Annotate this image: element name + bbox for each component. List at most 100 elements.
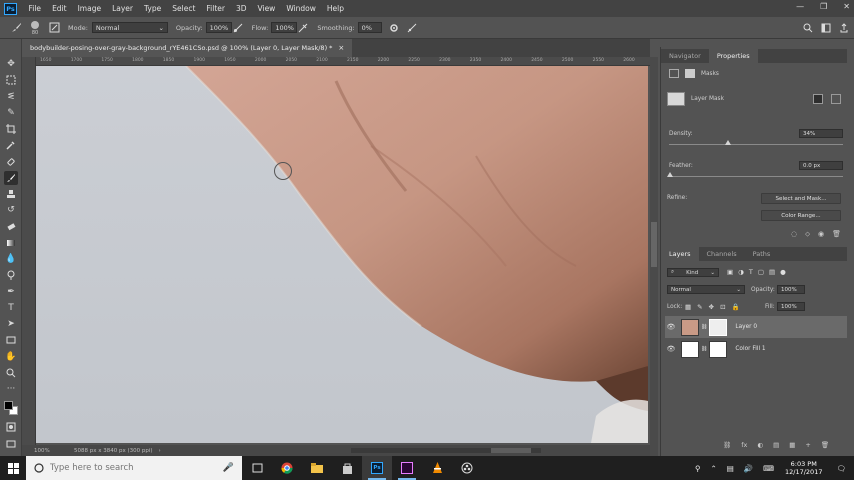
link-icon[interactable]: ⛓ [701, 346, 707, 352]
quick-select-tool-icon[interactable]: ✎ [4, 106, 18, 120]
mode-select[interactable]: Normal ⌄ [91, 22, 168, 33]
density-field[interactable]: 34% [799, 129, 843, 138]
store-icon[interactable] [332, 456, 362, 480]
menu-select[interactable]: Select [167, 4, 201, 13]
microphone-icon[interactable]: 🎤 [223, 463, 234, 473]
pressure-size-icon[interactable] [406, 22, 418, 34]
taskbar-search[interactable]: 🎤 [26, 456, 242, 480]
layer-row-color-fill-1[interactable]: 👁 ⛓ Color Fill 1 [665, 338, 847, 360]
vector-mask-icon[interactable] [685, 69, 695, 78]
file-explorer-icon[interactable] [302, 456, 332, 480]
eye-icon[interactable]: 👁 [665, 323, 677, 331]
apply-mask-icon[interactable]: ⬦ [805, 230, 810, 239]
opacity-field[interactable]: 100% [205, 22, 232, 33]
marquee-tool-icon[interactable] [4, 73, 18, 87]
layer-filter-select[interactable]: ⌕ Kind ⌄ [667, 268, 719, 277]
smoothing-field[interactable]: 0% [357, 22, 382, 33]
restore-button[interactable]: ❐ [820, 2, 827, 11]
tab-layers[interactable]: Layers [661, 247, 699, 261]
notifications-icon[interactable]: 🗨 [828, 464, 854, 473]
menu-image[interactable]: Image [72, 4, 107, 13]
link-icon[interactable]: ⛓ [701, 324, 707, 330]
density-slider[interactable] [669, 144, 843, 145]
load-selection-icon[interactable]: ◌ [791, 230, 797, 239]
volume-icon[interactable]: 🔊 [739, 464, 758, 473]
eraser-tool-icon[interactable] [4, 220, 18, 234]
share-icon[interactable] [838, 22, 850, 34]
add-mask-icon[interactable]: ◐ [757, 441, 763, 449]
foreground-color-swatch[interactable] [4, 401, 13, 410]
lock-all-icon[interactable]: 🔒 [732, 303, 740, 311]
link-layers-icon[interactable]: ⛓ [723, 441, 731, 449]
menu-type[interactable]: Type [139, 4, 167, 13]
color-range-button[interactable]: Color Range... [761, 210, 841, 221]
more-tools-icon[interactable]: ··· [4, 382, 18, 396]
pen-tool-icon[interactable]: ✒ [4, 285, 18, 299]
menu-window[interactable]: Window [281, 4, 322, 13]
rectangle-tool-icon[interactable] [4, 333, 18, 347]
adjustment-layer-icon[interactable]: ▤ [773, 441, 779, 449]
vertical-scrollbar[interactable] [650, 57, 658, 456]
crop-tool-icon[interactable] [4, 122, 18, 136]
dodge-tool-icon[interactable] [4, 268, 18, 282]
menu-view[interactable]: View [252, 4, 281, 13]
pixel-mask-select-icon[interactable] [813, 94, 823, 104]
minimize-button[interactable]: — [796, 2, 804, 11]
blend-mode-select[interactable]: Normal ⌄ [667, 285, 745, 294]
density-slider-thumb[interactable] [725, 140, 732, 145]
menu-file[interactable]: File [23, 4, 47, 13]
menu-filter[interactable]: Filter [201, 4, 231, 13]
vertical-scroll-thumb[interactable] [651, 222, 657, 267]
fill-mask-thumbnail[interactable] [709, 340, 728, 358]
filter-adjustment-icon[interactable]: ◑ [738, 268, 744, 276]
close-button[interactable]: ✕ [843, 2, 850, 11]
fx-icon[interactable]: fx [741, 441, 747, 449]
horizontal-scrollbar[interactable] [350, 448, 541, 453]
filter-toggle-icon[interactable]: ● [780, 268, 786, 276]
healing-brush-tool-icon[interactable] [4, 155, 18, 169]
pixel-mask-icon[interactable] [669, 69, 679, 78]
document-canvas[interactable] [36, 66, 648, 443]
taskbar-search-input[interactable] [50, 463, 220, 473]
hand-tool-icon[interactable]: ✋ [4, 350, 18, 364]
horizontal-scroll-thumb[interactable] [490, 448, 531, 453]
vlc-icon[interactable] [422, 456, 452, 480]
taskbar-clock[interactable]: 6:03 PM 12/17/2017 [779, 460, 828, 476]
status-arrow-icon[interactable]: › [159, 448, 161, 454]
delete-layer-icon[interactable]: 🗑 [821, 441, 829, 449]
clone-stamp-tool-icon[interactable] [4, 187, 18, 201]
close-tab-icon[interactable]: × [338, 44, 344, 52]
tab-channels[interactable]: Channels [699, 247, 745, 261]
airbrush-icon[interactable] [297, 22, 309, 34]
filter-shape-icon[interactable]: ▢ [758, 268, 764, 276]
feather-field[interactable]: 0.0 px [799, 161, 843, 170]
layer-row-layer-0[interactable]: 👁 ⛓ Layer 0 [665, 316, 847, 338]
tab-paths[interactable]: Paths [745, 247, 779, 261]
screen-mode-icon[interactable] [4, 437, 18, 451]
lasso-tool-icon[interactable]: ᓬ [4, 90, 18, 104]
vector-mask-select-icon[interactable] [831, 94, 841, 104]
trash-icon[interactable]: 🗑 [832, 230, 841, 239]
tab-navigator[interactable]: Navigator [661, 49, 709, 63]
windows-start-button[interactable] [0, 456, 26, 480]
input-method-icon[interactable]: ⌨ [758, 464, 779, 473]
brush-preset-picker[interactable]: 80 [30, 20, 40, 36]
path-selection-tool-icon[interactable]: ➤ [4, 317, 18, 331]
zoom-level[interactable]: 100% [34, 448, 74, 454]
eye-icon[interactable]: 👁 [665, 345, 677, 353]
move-tool-icon[interactable]: ✥ [4, 57, 18, 71]
obs-icon[interactable] [452, 456, 482, 480]
history-brush-tool-icon[interactable]: ↺ [4, 203, 18, 217]
zoom-tool-icon[interactable] [4, 366, 18, 380]
gradient-tool-icon[interactable] [4, 236, 18, 250]
brush-settings-icon[interactable] [48, 22, 60, 34]
flow-field[interactable]: 100% [271, 22, 298, 33]
network-icon[interactable]: ▤ [722, 464, 739, 473]
eyedropper-tool-icon[interactable] [4, 138, 18, 152]
type-tool-icon[interactable]: T [4, 301, 18, 315]
tab-properties[interactable]: Properties [708, 49, 758, 63]
select-and-mask-button[interactable]: Select and Mask... [761, 193, 841, 204]
chrome-icon[interactable] [272, 456, 302, 480]
lock-transparency-icon[interactable]: ▦ [685, 303, 691, 311]
feather-slider[interactable] [669, 176, 843, 177]
